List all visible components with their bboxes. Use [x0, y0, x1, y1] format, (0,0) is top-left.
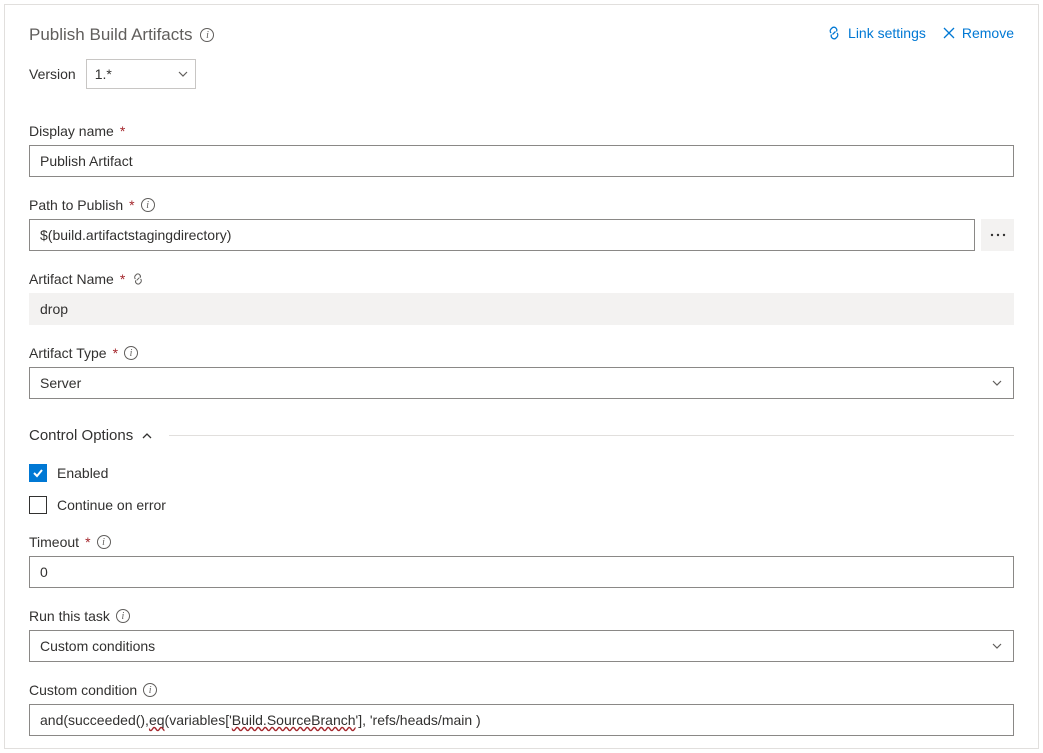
timeout-group: Timeout * i — [29, 534, 1014, 588]
info-icon[interactable]: i — [141, 198, 155, 212]
required-marker: * — [120, 271, 125, 287]
enabled-checkbox[interactable] — [29, 464, 47, 482]
required-marker: * — [120, 123, 125, 139]
chevron-down-icon — [991, 377, 1003, 389]
remove-button[interactable]: Remove — [942, 25, 1014, 41]
artifact-name-input[interactable] — [29, 293, 1014, 325]
remove-label: Remove — [962, 25, 1014, 41]
check-icon — [32, 467, 44, 479]
info-icon[interactable]: i — [143, 683, 157, 697]
task-title-text: Publish Build Artifacts — [29, 25, 192, 45]
path-to-publish-label: Path to Publish * i — [29, 197, 1014, 213]
version-label: Version — [29, 66, 76, 82]
continue-on-error-checkbox[interactable] — [29, 496, 47, 514]
control-options-header[interactable]: Control Options — [29, 427, 1014, 450]
custom-condition-group: Custom condition i and(succeeded(), eq(v… — [29, 682, 1014, 736]
chevron-down-icon — [177, 68, 189, 80]
link-icon — [826, 25, 842, 41]
display-name-group: Display name * — [29, 123, 1014, 177]
enabled-row: Enabled — [29, 464, 1014, 482]
chevron-down-icon — [991, 640, 1003, 652]
artifact-name-label: Artifact Name * — [29, 271, 1014, 287]
path-to-publish-group: Path to Publish * i — [29, 197, 1014, 251]
version-select[interactable]: 1.* — [86, 59, 196, 89]
control-options-label: Control Options — [29, 427, 133, 444]
version-row: Version 1.* — [29, 59, 1014, 89]
browse-button[interactable] — [981, 219, 1014, 251]
divider — [169, 435, 1014, 436]
custom-condition-label: Custom condition i — [29, 682, 1014, 698]
display-name-label: Display name * — [29, 123, 1014, 139]
close-icon — [942, 26, 956, 40]
info-icon[interactable]: i — [200, 28, 214, 42]
task-title: Publish Build Artifacts i — [29, 25, 214, 45]
run-this-task-group: Run this task i Custom conditions — [29, 608, 1014, 662]
version-value: 1.* — [95, 66, 112, 82]
artifact-type-value: Server — [40, 375, 81, 391]
artifact-type-group: Artifact Type * i Server — [29, 345, 1014, 399]
artifact-name-group: Artifact Name * — [29, 271, 1014, 325]
info-icon[interactable]: i — [116, 609, 130, 623]
chevron-up-icon — [141, 430, 153, 442]
ellipsis-icon — [990, 233, 1006, 237]
link-settings-label: Link settings — [848, 25, 926, 41]
info-icon[interactable]: i — [97, 535, 111, 549]
display-name-input[interactable] — [29, 145, 1014, 177]
header-row: Publish Build Artifacts i Link settings … — [29, 25, 1014, 45]
custom-condition-input[interactable]: and(succeeded(), eq(variables['Build.Sou… — [29, 704, 1014, 736]
timeout-input[interactable] — [29, 556, 1014, 588]
link-variable-icon[interactable] — [131, 272, 145, 286]
info-icon[interactable]: i — [124, 346, 138, 360]
artifact-type-select[interactable]: Server — [29, 367, 1014, 399]
artifact-type-label: Artifact Type * i — [29, 345, 1014, 361]
header-actions: Link settings Remove — [826, 25, 1014, 41]
required-marker: * — [129, 197, 134, 213]
required-marker: * — [85, 534, 90, 550]
run-this-task-label: Run this task i — [29, 608, 1014, 624]
continue-on-error-label: Continue on error — [57, 497, 166, 513]
enabled-label: Enabled — [57, 465, 108, 481]
timeout-label: Timeout * i — [29, 534, 1014, 550]
run-this-task-select[interactable]: Custom conditions — [29, 630, 1014, 662]
required-marker: * — [113, 345, 118, 361]
path-to-publish-input[interactable] — [29, 219, 975, 251]
continue-on-error-row: Continue on error — [29, 496, 1014, 514]
task-config-panel: Publish Build Artifacts i Link settings … — [4, 4, 1039, 749]
run-this-task-value: Custom conditions — [40, 638, 155, 654]
link-settings-button[interactable]: Link settings — [826, 25, 926, 41]
